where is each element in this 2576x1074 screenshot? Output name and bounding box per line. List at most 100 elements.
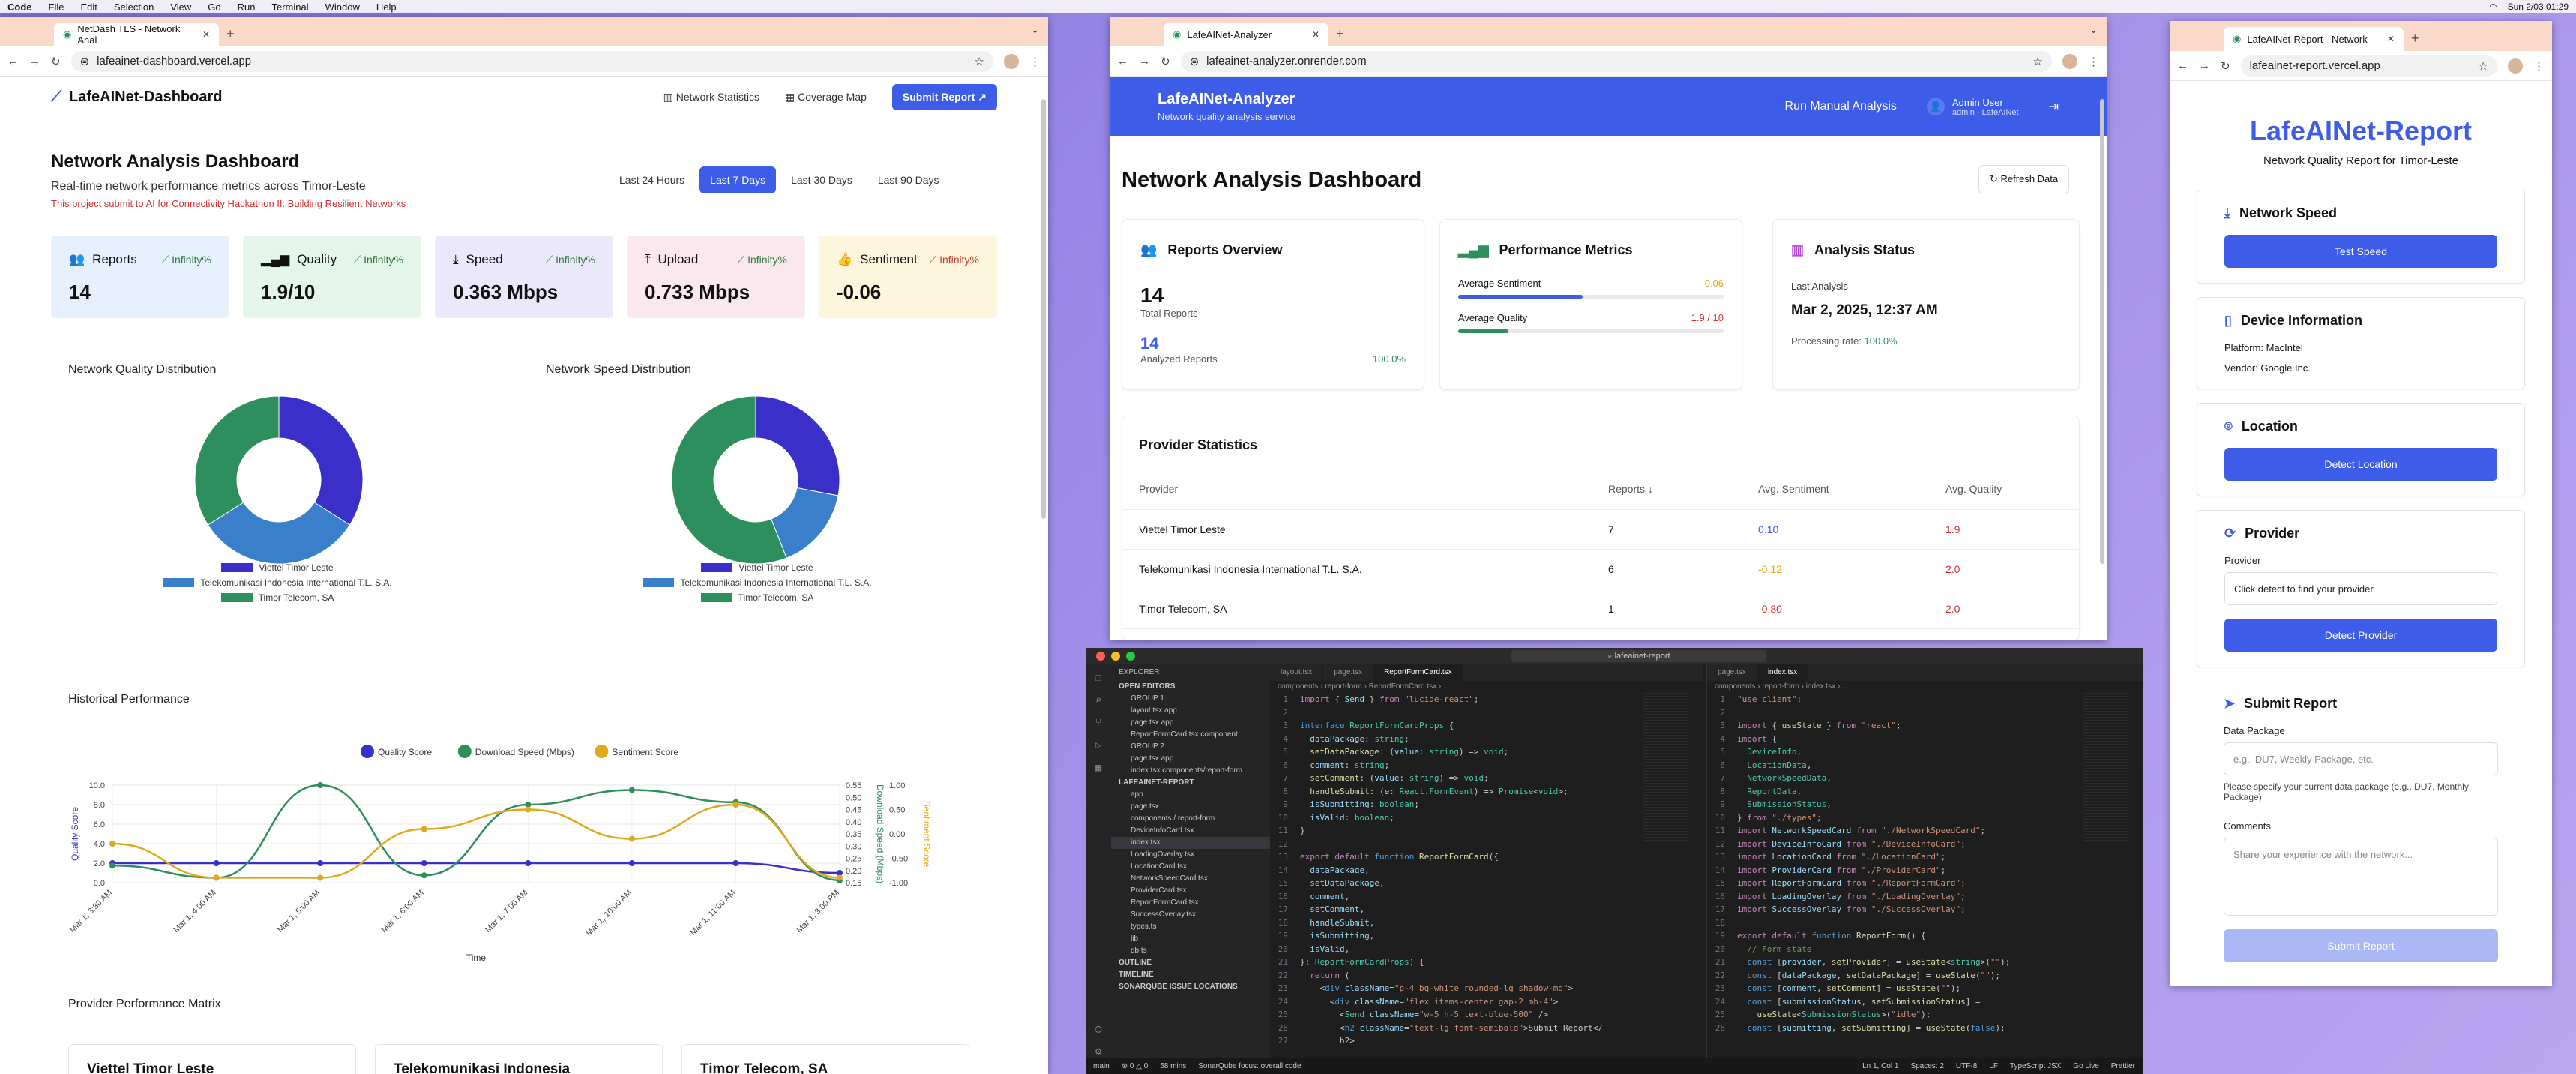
address-bar[interactable]: ⊜ lafeainet-analyzer.onrender.com ☆ <box>1180 50 2052 72</box>
run-debug-icon[interactable]: ▷ <box>1095 740 1101 752</box>
comments-textarea[interactable]: Share your experience with the network..… <box>2224 838 2498 916</box>
menu-selection[interactable]: Selection <box>114 2 154 13</box>
scrollbar[interactable] <box>1041 99 1046 519</box>
hackathon-link[interactable]: AI for Connectivity Hackathon II: Buildi… <box>145 198 406 209</box>
gear-icon[interactable]: ⚙ <box>1095 1046 1101 1058</box>
back-icon[interactable]: ← <box>1117 55 1128 68</box>
explorer-item[interactable]: OUTLINE <box>1111 957 1270 969</box>
minimap[interactable] <box>2083 693 2128 843</box>
explorer-item[interactable]: GROUP 2 <box>1111 741 1270 753</box>
site-info-icon[interactable]: ⊜ <box>1190 55 1200 68</box>
data-point[interactable] <box>837 874 843 881</box>
data-point[interactable] <box>628 787 635 794</box>
data-point[interactable] <box>109 841 115 847</box>
legend-item[interactable]: Timor Telecom, SA <box>135 592 420 603</box>
nav-network-statistics[interactable]: ▥ Network Statistics <box>663 91 759 104</box>
status-item[interactable]: LF <box>1989 1062 1998 1070</box>
data-point[interactable] <box>421 872 427 879</box>
nav-coverage-map[interactable]: ▦ Coverage Map <box>785 91 867 104</box>
code-area[interactable]: 1 import { Send } from "lucide-react"; 2 3 i… <box>1270 693 1703 1048</box>
range-90d[interactable]: Last 90 Days <box>867 166 950 194</box>
close-icon[interactable]: ✕ <box>202 29 210 40</box>
menu-edit[interactable]: Edit <box>80 2 97 13</box>
reload-icon[interactable]: ↻ <box>2221 59 2230 73</box>
explorer-item[interactable]: GROUP 1 <box>1111 693 1270 705</box>
explorer-item[interactable]: components / report-form <box>1111 813 1270 825</box>
editor-tab[interactable]: page.tsx <box>1323 664 1374 681</box>
explorer-item[interactable]: LocationCard.tsx <box>1111 861 1270 873</box>
source-control-icon[interactable]: ⑂ <box>1095 717 1101 729</box>
data-point[interactable] <box>525 806 532 813</box>
status-item[interactable]: Ln 1, Col 1 <box>1862 1062 1898 1070</box>
files-icon[interactable]: ❐ <box>1095 672 1101 684</box>
explorer-item[interactable]: NetworkSpeedCard.tsx <box>1111 873 1270 885</box>
back-icon[interactable]: ← <box>2177 59 2188 72</box>
col-reports[interactable]: Reports ↓ <box>1592 470 1742 510</box>
forward-icon[interactable]: → <box>2199 59 2210 72</box>
editor-tab-active[interactable]: ReportFormCard.tsx <box>1373 664 1463 681</box>
provider-matrix-card[interactable]: Telekomunikasi Indonesia <box>375 1044 663 1074</box>
data-point[interactable] <box>317 782 324 788</box>
data-point[interactable] <box>628 836 635 842</box>
kebab-menu-icon[interactable]: ⋮ <box>2533 59 2545 73</box>
star-icon[interactable]: ☆ <box>2033 55 2043 68</box>
explorer-item[interactable]: lib <box>1111 933 1270 945</box>
data-point[interactable] <box>213 860 220 866</box>
explorer-item[interactable]: types.ts <box>1111 921 1270 933</box>
data-point[interactable] <box>421 826 427 832</box>
code-area[interactable]: 1 "use client"; 2 3 import { useState } from… <box>1707 693 2143 1034</box>
site-info-icon[interactable]: ⊜ <box>80 55 90 68</box>
range-7d[interactable]: Last 7 Days <box>699 166 777 194</box>
wifi-icon[interactable]: ◠ <box>2489 2 2497 12</box>
data-point[interactable] <box>732 802 739 808</box>
donut-slice[interactable] <box>194 395 280 526</box>
legend-item[interactable]: Viettel Timor Leste <box>135 562 420 573</box>
data-point[interactable] <box>421 860 427 866</box>
legend-item[interactable]: Viettel Timor Leste <box>615 562 900 573</box>
extensions-icon[interactable]: ▦ <box>1095 762 1101 774</box>
provider-field[interactable]: Click detect to find your provider <box>2224 572 2497 605</box>
brand-logo[interactable]: ⟋ LafeAINet-Dashboard <box>51 88 222 106</box>
chevron-down-icon[interactable]: ⌄ <box>1031 24 1039 36</box>
explorer-item[interactable]: page.tsx <box>1111 801 1270 813</box>
menu-help[interactable]: Help <box>376 2 397 13</box>
editor-tab[interactable]: page.tsx <box>1707 664 1757 681</box>
explorer-item[interactable]: ReportFormCard.tsx <box>1111 897 1270 909</box>
menu-run[interactable]: Run <box>238 2 256 13</box>
detect-provider-button[interactable]: Detect Provider <box>2224 619 2497 652</box>
explorer-item[interactable]: SONARQUBE ISSUE LOCATIONS <box>1111 981 1270 993</box>
zoom-window-icon[interactable] <box>1126 652 1135 661</box>
range-30d[interactable]: Last 30 Days <box>780 166 863 194</box>
profile-avatar[interactable] <box>1004 53 1019 69</box>
explorer-item[interactable]: layout.tsx app <box>1111 705 1270 717</box>
address-bar[interactable]: lafeainet-report.vercel.app ☆ <box>2240 55 2497 76</box>
data-package-input[interactable]: e.g., DU7, Weekly Package, etc. <box>2224 742 2498 776</box>
reload-icon[interactable]: ↻ <box>1161 55 1170 68</box>
menu-view[interactable]: View <box>170 2 191 13</box>
forward-icon[interactable]: → <box>1139 55 1150 68</box>
status-item[interactable]: SonarQube focus: overall code <box>1198 1062 1301 1070</box>
browser-tab-report[interactable]: ◉ LafeAINet-Report - Network ✕ <box>2224 27 2404 51</box>
forward-icon[interactable]: → <box>29 55 40 68</box>
explorer-item[interactable]: index.tsx <box>1111 837 1270 849</box>
close-icon[interactable]: ✕ <box>2387 34 2395 44</box>
status-item[interactable]: Go Live <box>2073 1062 2098 1070</box>
close-icon[interactable]: ✕ <box>1312 29 1319 40</box>
explorer-item[interactable]: OPEN EDITORS <box>1111 681 1270 693</box>
submit-report-form-button[interactable]: Submit Report <box>2224 929 2498 962</box>
status-item[interactable]: Spaces: 2 <box>1910 1062 1943 1070</box>
menu-go[interactable]: Go <box>208 2 220 13</box>
legend-item[interactable]: Telekomunikasi Indonesia International T… <box>615 578 900 588</box>
close-window-icon[interactable] <box>1096 652 1105 661</box>
search-icon[interactable]: ⌕ <box>1095 694 1101 706</box>
browser-tab-dashboard[interactable]: ◉ NetDash TLS - Network Anal ✕ <box>54 22 219 46</box>
explorer-item[interactable]: ReportFormCard.tsx component <box>1111 729 1270 741</box>
command-center-search[interactable]: ⌕ lafeainet-report <box>1511 650 1766 662</box>
explorer-item[interactable]: TIMELINE <box>1111 969 1270 981</box>
profile-avatar[interactable] <box>2508 58 2523 74</box>
explorer-item[interactable]: page.tsx app <box>1111 753 1270 765</box>
data-point[interactable] <box>317 860 324 866</box>
explorer-item[interactable]: db.ts <box>1111 945 1270 957</box>
menu-terminal[interactable]: Terminal <box>272 2 309 13</box>
status-item[interactable]: Prettier <box>2111 1062 2135 1070</box>
